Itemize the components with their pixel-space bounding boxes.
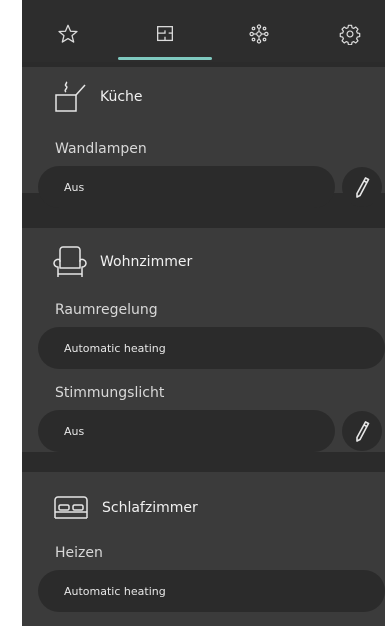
room-title: Schlafzimmer bbox=[102, 500, 198, 516]
control-value: Automatic heating bbox=[64, 584, 166, 598]
floorplan-icon bbox=[157, 26, 173, 42]
active-tab-indicator bbox=[118, 57, 212, 60]
edit-button[interactable] bbox=[342, 167, 382, 207]
control-value: Aus bbox=[64, 180, 85, 194]
control-label: Stimmungslicht bbox=[55, 385, 165, 401]
edit-button[interactable] bbox=[342, 411, 382, 451]
network-icon bbox=[249, 24, 269, 44]
tab-rooms[interactable] bbox=[143, 16, 187, 52]
room-header: Küche bbox=[52, 81, 143, 113]
room-header: Schlafzimmer bbox=[52, 494, 198, 522]
control-label: Heizen bbox=[55, 545, 103, 561]
pencil-icon bbox=[356, 177, 370, 198]
control-value-button[interactable]: Aus bbox=[38, 410, 335, 452]
pencil-icon bbox=[356, 421, 370, 442]
room-title: Wohnzimmer bbox=[100, 254, 193, 270]
control-value-button[interactable]: Aus bbox=[38, 166, 335, 208]
control-label: Wandlampen bbox=[55, 141, 147, 157]
control-label: Raumregelung bbox=[55, 302, 158, 318]
app-window: Küche Wandlampen Aus Wohnzimmer Raumrege… bbox=[22, 0, 385, 626]
room-card-kueche: Küche Wandlampen Aus bbox=[22, 67, 385, 208]
room-card-schlafzimmer: Schlafzimmer Heizen Automatic heating bbox=[22, 472, 385, 626]
gear-icon bbox=[339, 24, 361, 45]
control-value: Aus bbox=[64, 424, 85, 438]
control-value-button[interactable]: Automatic heating bbox=[38, 327, 385, 369]
room-card-wohnzimmer: Wohnzimmer Raumregelung Automatic heatin… bbox=[22, 228, 385, 452]
armchair-icon bbox=[52, 244, 88, 280]
tab-settings[interactable] bbox=[328, 16, 372, 52]
star-icon bbox=[58, 24, 78, 43]
cooking-pot-icon bbox=[52, 81, 88, 113]
bed-icon bbox=[52, 494, 90, 522]
room-header: Wohnzimmer bbox=[52, 244, 192, 280]
tab-favorites[interactable] bbox=[46, 16, 90, 52]
control-value: Automatic heating bbox=[64, 341, 166, 355]
room-title: Küche bbox=[100, 89, 143, 105]
control-value-button[interactable]: Automatic heating bbox=[38, 570, 385, 612]
tab-network[interactable] bbox=[237, 16, 281, 52]
top-tab-bar bbox=[22, 0, 385, 62]
